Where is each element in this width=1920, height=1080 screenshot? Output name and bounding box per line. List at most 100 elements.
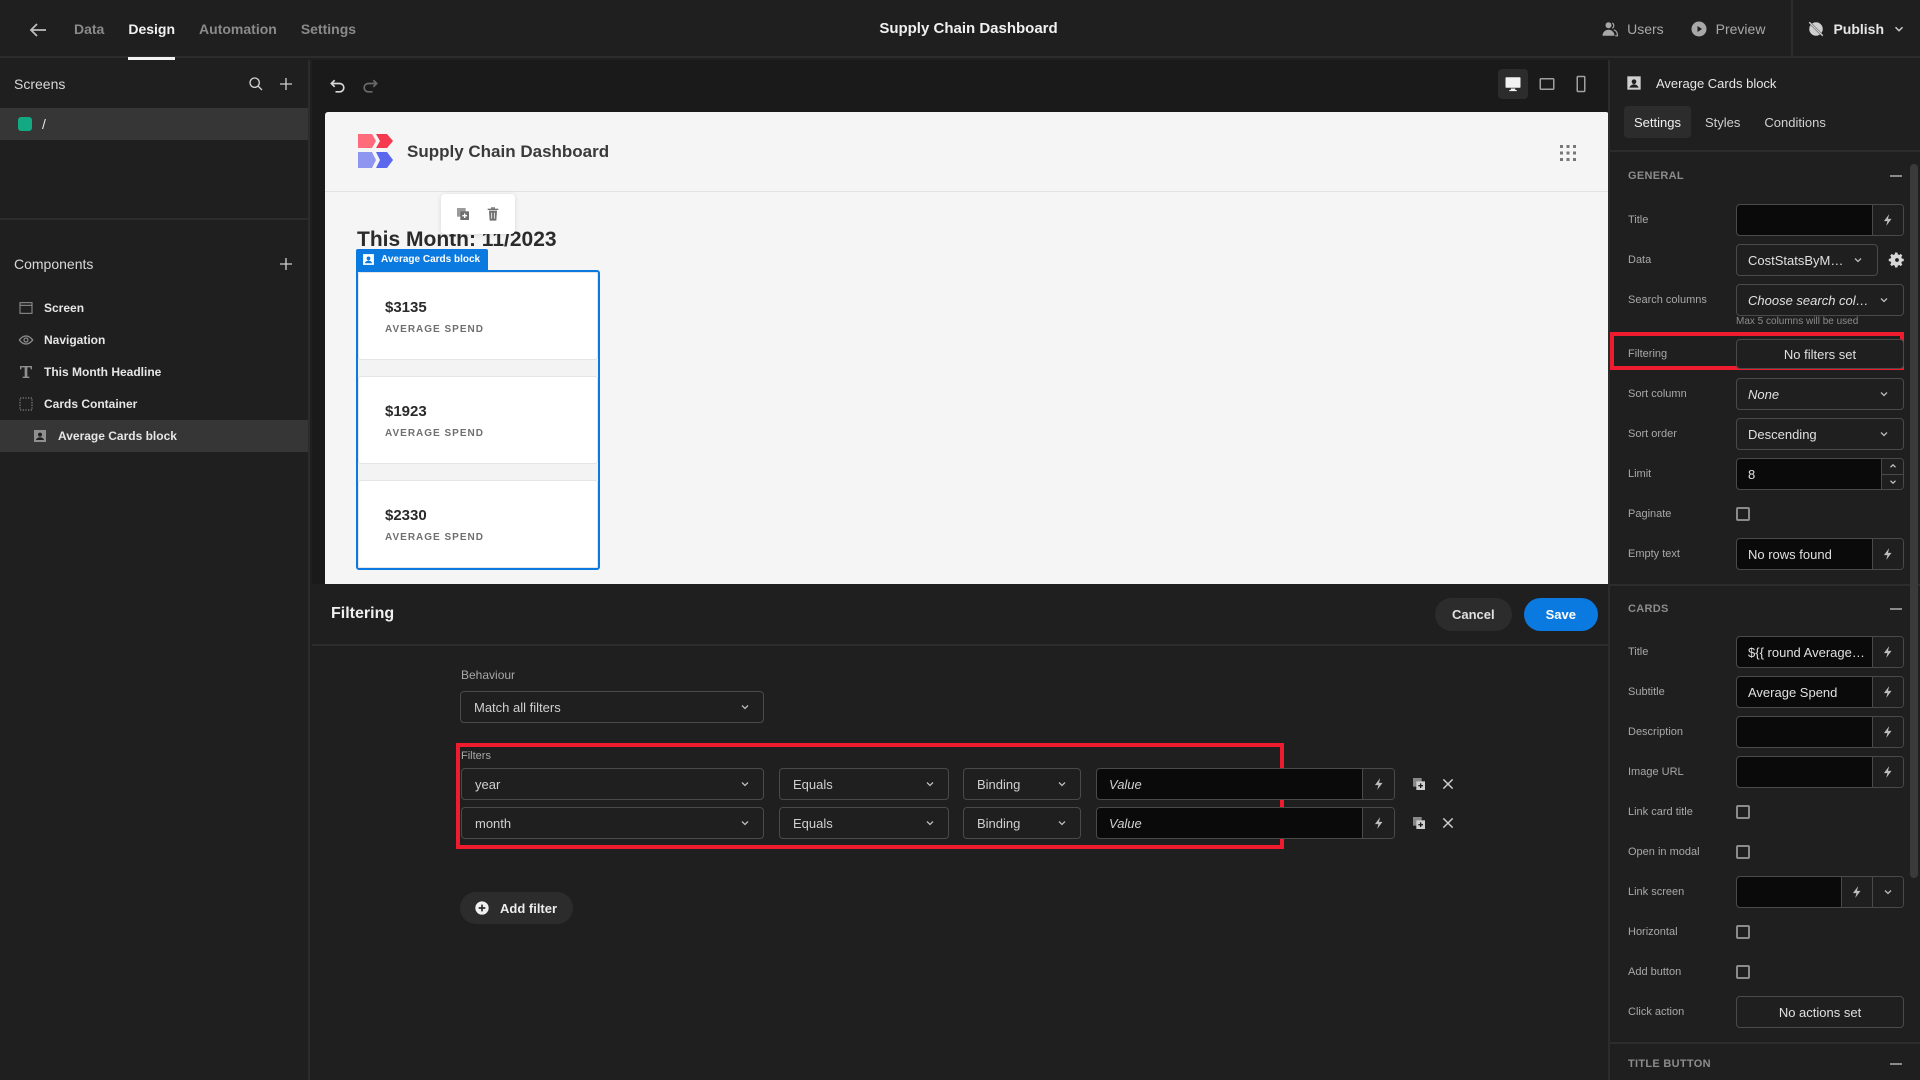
chevron-down-icon <box>739 701 751 713</box>
tab-data[interactable]: Data <box>62 0 116 58</box>
add-component-icon[interactable] <box>278 256 294 272</box>
lightning-bolt-icon[interactable] <box>1362 769 1394 799</box>
tablet-view-button[interactable] <box>1532 69 1562 99</box>
save-button[interactable]: Save <box>1523 597 1598 631</box>
add-button-checkbox[interactable] <box>1736 965 1750 979</box>
card[interactable]: $2330 AVERAGE SPEND <box>358 480 598 568</box>
users-button[interactable]: Users <box>1601 20 1664 38</box>
duplicate-filter-icon[interactable] <box>1411 815 1427 831</box>
search-columns-select[interactable]: Choose search col… <box>1736 284 1904 316</box>
users-icon <box>1601 20 1619 38</box>
limit-input[interactable]: 8 <box>1736 458 1904 490</box>
link-card-title-checkbox[interactable] <box>1736 805 1750 819</box>
preview-button[interactable]: Preview <box>1690 20 1765 38</box>
remove-filter-icon[interactable] <box>1440 815 1456 831</box>
filter-value-input[interactable]: Value <box>1096 768 1395 800</box>
filter-type-select[interactable]: Binding <box>963 768 1081 800</box>
desktop-view-button[interactable] <box>1498 69 1528 99</box>
component-item-this-month-headline[interactable]: This Month Headline <box>0 356 308 388</box>
lightning-bolt-icon[interactable] <box>1362 808 1394 838</box>
title-button-heading: TITLE BUTTON <box>1628 1058 1711 1070</box>
tab-settings[interactable]: Settings <box>289 0 368 58</box>
title-input[interactable] <box>1736 204 1904 236</box>
sort-order-select[interactable]: Descending <box>1736 418 1904 450</box>
lightning-bolt-icon[interactable] <box>1872 637 1903 667</box>
text-icon <box>18 364 34 380</box>
card-subtitle: AVERAGE SPEND <box>385 324 484 335</box>
tab-conditions[interactable]: Conditions <box>1754 106 1835 138</box>
filter-operator-select[interactable]: Equals <box>779 768 949 800</box>
open-in-modal-checkbox[interactable] <box>1736 845 1750 859</box>
filter-type-value: Binding <box>977 815 1021 831</box>
duplicate-icon[interactable] <box>455 206 471 222</box>
delete-icon[interactable] <box>485 206 501 222</box>
component-item-screen[interactable]: Screen <box>0 292 308 324</box>
lightning-bolt-icon[interactable] <box>1872 677 1903 707</box>
card[interactable]: $1923 AVERAGE SPEND <box>358 376 598 464</box>
average-cards-block[interactable]: $3135 AVERAGE SPEND $1923 AVERAGE SPEND … <box>356 270 600 570</box>
cards-block-icon <box>362 253 375 266</box>
link-screen-input[interactable] <box>1736 876 1904 908</box>
filter-type-select[interactable]: Binding <box>963 807 1081 839</box>
mobile-view-button[interactable] <box>1566 69 1596 99</box>
limit-value: 8 <box>1748 466 1756 482</box>
add-screen-icon[interactable] <box>278 76 294 92</box>
filtering-button[interactable]: No filters set <box>1736 339 1904 369</box>
cancel-button[interactable]: Cancel <box>1434 597 1512 631</box>
image-url-input[interactable] <box>1736 756 1904 788</box>
gear-icon[interactable] <box>1888 251 1906 269</box>
component-item-average-cards-block[interactable]: Average Cards block <box>0 420 308 452</box>
properties-scrollbar[interactable] <box>1910 164 1918 878</box>
redo-icon[interactable] <box>360 76 380 96</box>
lightning-bolt-icon[interactable] <box>1872 717 1903 747</box>
collapse-icon[interactable] <box>1890 1063 1902 1065</box>
search-icon[interactable] <box>248 76 264 92</box>
add-filter-label: Add filter <box>500 900 558 916</box>
back-arrow-icon[interactable] <box>26 18 50 42</box>
tab-settings[interactable]: Settings <box>1624 106 1691 138</box>
preview-navigation[interactable]: Supply Chain Dashboard <box>325 112 1609 192</box>
behaviour-select[interactable]: Match all filters <box>460 691 764 723</box>
component-item-navigation[interactable]: Navigation <box>0 324 308 356</box>
filter-field-select[interactable]: month <box>461 807 764 839</box>
remove-filter-icon[interactable] <box>1440 776 1456 792</box>
component-label: Average Cards block <box>58 429 177 443</box>
filter-value-input[interactable]: Value <box>1096 807 1395 839</box>
chevron-down-icon[interactable] <box>1872 877 1903 907</box>
tab-styles[interactable]: Styles <box>1695 106 1750 138</box>
plus-circle-icon <box>474 900 490 916</box>
publish-button[interactable]: Publish <box>1791 0 1920 58</box>
undo-icon[interactable] <box>328 76 348 96</box>
card-subtitle-value: Average Spend <box>1748 684 1838 700</box>
increment-icon[interactable] <box>1882 459 1903 474</box>
empty-text-input[interactable]: No rows found <box>1736 538 1904 570</box>
sort-column-select[interactable]: None <box>1736 378 1904 410</box>
tab-automation[interactable]: Automation <box>187 0 289 58</box>
screen-item[interactable]: / <box>0 108 308 140</box>
filter-operator-select[interactable]: Equals <box>779 807 949 839</box>
lightning-bolt-icon[interactable] <box>1872 205 1903 235</box>
tab-design[interactable]: Design <box>116 0 187 60</box>
click-action-button[interactable]: No actions set <box>1736 996 1904 1028</box>
duplicate-filter-icon[interactable] <box>1411 776 1427 792</box>
add-filter-button[interactable]: Add filter <box>460 892 574 924</box>
card-title-input[interactable]: ${{ round Average… <box>1736 636 1904 668</box>
lightning-bolt-icon[interactable] <box>1841 877 1872 907</box>
collapse-icon[interactable] <box>1890 608 1902 610</box>
paginate-checkbox[interactable] <box>1736 507 1750 521</box>
grid-menu-icon[interactable] <box>1559 144 1577 162</box>
block-tag-label: Average Cards block <box>381 254 481 265</box>
card-subtitle-input[interactable]: Average Spend <box>1736 676 1904 708</box>
screen-route: / <box>42 116 46 132</box>
tablet-icon <box>1538 75 1556 93</box>
card[interactable]: $3135 AVERAGE SPEND <box>358 272 598 360</box>
collapse-icon[interactable] <box>1890 175 1902 177</box>
description-input[interactable] <box>1736 716 1904 748</box>
decrement-icon[interactable] <box>1882 473 1903 490</box>
lightning-bolt-icon[interactable] <box>1872 539 1903 569</box>
lightning-bolt-icon[interactable] <box>1872 757 1903 787</box>
filter-field-select[interactable]: year <box>461 768 764 800</box>
component-item-cards-container[interactable]: Cards Container <box>0 388 308 420</box>
horizontal-checkbox[interactable] <box>1736 925 1750 939</box>
data-source-select[interactable]: CostStatsByM… <box>1736 244 1878 276</box>
